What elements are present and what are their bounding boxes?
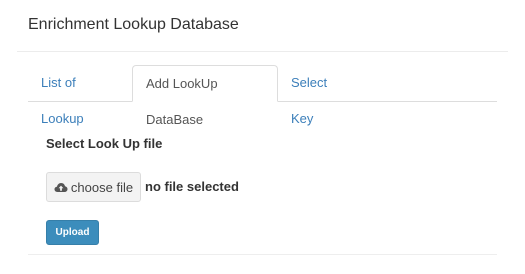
page-title: Enrichment Lookup Database (28, 16, 239, 33)
upload-button[interactable]: Upload (46, 220, 99, 245)
header-divider (17, 51, 508, 52)
tab-list-of-lookup[interactable]: List of Lookup (28, 65, 132, 126)
tab-select-key[interactable]: Select Key (278, 65, 358, 126)
choose-file-label: choose file (70, 179, 134, 195)
tab-add-lookup-database[interactable]: Add LookUp DataBase (132, 65, 278, 127)
file-field-label: Select Look Up file (46, 136, 163, 151)
choose-file-button[interactable]: choose file (46, 172, 141, 202)
form-divider (28, 254, 497, 255)
cloud-upload-icon (54, 182, 68, 193)
tab-bar: List of Lookup Add LookUp DataBase Selec… (28, 65, 497, 127)
file-status-text: no file selected (145, 179, 239, 194)
